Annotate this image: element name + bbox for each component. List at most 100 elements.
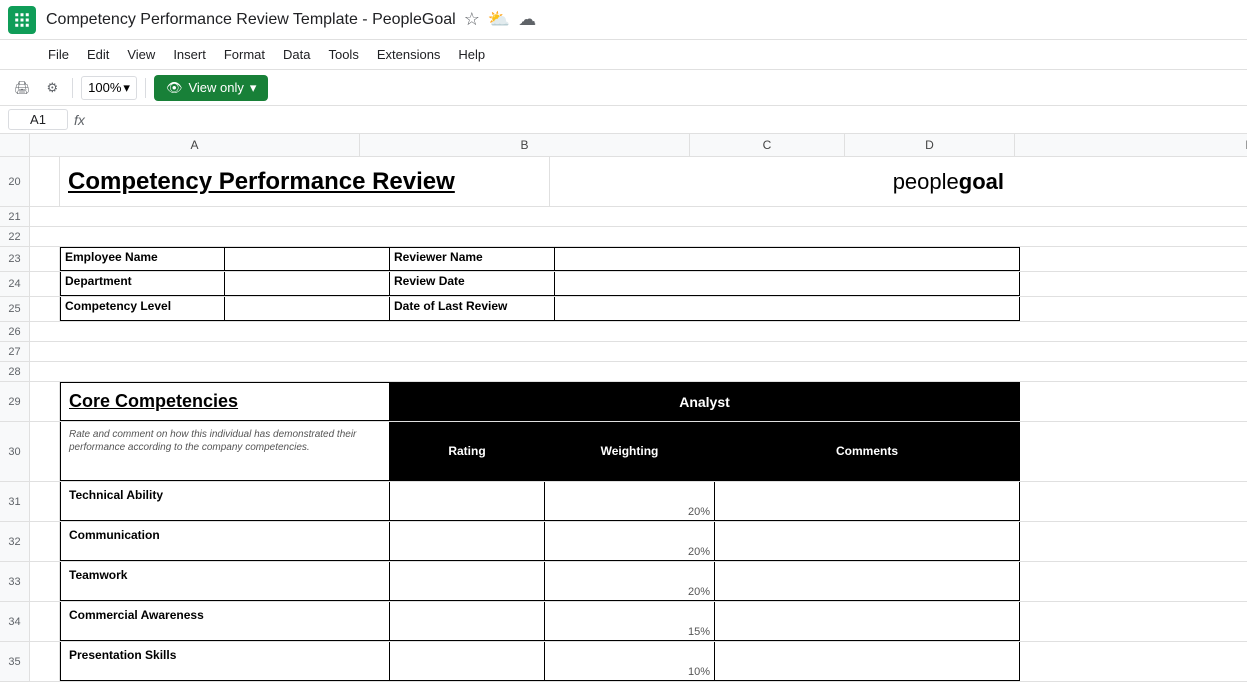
view-only-label: View only — [188, 80, 243, 95]
cell-a29[interactable] — [30, 382, 60, 421]
weighting-3-val: 15% — [549, 626, 710, 638]
cell-a31[interactable] — [30, 482, 60, 521]
menu-help[interactable]: Help — [450, 43, 493, 66]
eye-icon: 👁 — [166, 80, 183, 96]
cell-e33[interactable] — [715, 562, 1020, 601]
cloud-icon: ⛅ — [488, 9, 510, 30]
menu-insert[interactable]: Insert — [165, 43, 214, 66]
zoom-value: 100% — [88, 80, 121, 95]
cell-c31[interactable] — [390, 482, 545, 521]
cell-b25-label: Competency Level — [60, 297, 225, 321]
table-row: 23 Employee Name Reviewer Name — [0, 247, 1247, 272]
cell-e31[interactable] — [715, 482, 1020, 521]
cell-e34[interactable] — [715, 602, 1020, 641]
menu-format[interactable]: Format — [216, 43, 273, 66]
cell-b35[interactable]: Presentation Skills — [60, 642, 390, 681]
row-num-33: 33 — [0, 562, 30, 601]
col-header-c[interactable]: C — [690, 134, 845, 156]
cell-b32[interactable]: Communication — [60, 522, 390, 561]
cell-c35[interactable] — [390, 642, 545, 681]
row-num-24: 24 — [0, 272, 30, 296]
cell-27-empty[interactable] — [30, 342, 1020, 361]
cell-a25[interactable] — [30, 297, 60, 321]
main-title-text: Competency Performance Review — [68, 168, 455, 196]
comments-subheader: Comments — [715, 422, 1020, 481]
cell-e23-val[interactable] — [555, 247, 1020, 271]
menu-tools[interactable]: Tools — [320, 43, 366, 66]
menu-file[interactable]: File — [40, 43, 77, 66]
cell-c24-val[interactable] — [225, 272, 390, 296]
weighting-0-val: 20% — [549, 506, 710, 518]
star-icon[interactable]: ☆ — [464, 9, 480, 30]
cell-b33[interactable]: Teamwork — [60, 562, 390, 601]
cell-c33[interactable] — [390, 562, 545, 601]
peoplegoal-logo: peoplegoal — [893, 169, 1004, 195]
print-button[interactable]: 🖨 — [8, 76, 37, 100]
cell-d33[interactable]: 20% — [545, 562, 715, 601]
cell-a24[interactable] — [30, 272, 60, 296]
cell-c23-val[interactable] — [225, 247, 390, 271]
cell-a33[interactable] — [30, 562, 60, 601]
cell-b20-title[interactable]: Competency Performance Review — [60, 157, 550, 206]
cell-c34[interactable] — [390, 602, 545, 641]
cell-e24-val[interactable] — [555, 272, 1020, 296]
filter-button[interactable]: ⚙ — [41, 76, 65, 100]
cell-e20-logo: peoplegoal — [550, 157, 1020, 206]
col-header-e[interactable]: E — [1015, 134, 1247, 156]
menu-bar: File Edit View Insert Format Data Tools … — [0, 40, 1247, 70]
row-num-26: 26 — [0, 322, 30, 341]
col-header-d[interactable]: D — [845, 134, 1015, 156]
cell-c25-val[interactable] — [225, 297, 390, 321]
cell-e32[interactable] — [715, 522, 1020, 561]
row-num-27: 27 — [0, 342, 30, 361]
col-header-a[interactable]: A — [30, 134, 360, 156]
table-row: 29 Core Competencies Analyst — [0, 382, 1247, 422]
row-num-21: 21 — [0, 207, 30, 226]
view-only-button[interactable]: 👁 View only ▾ — [154, 75, 268, 101]
corner-cell — [0, 134, 30, 156]
zoom-selector[interactable]: 100% ▾ — [81, 76, 137, 100]
cell-26-empty[interactable] — [30, 322, 1020, 341]
col-header-b[interactable]: B — [360, 134, 690, 156]
analyst-label: Analyst — [679, 394, 730, 410]
cell-b29-core: Core Competencies — [60, 382, 390, 421]
cell-a30[interactable] — [30, 422, 60, 481]
cell-d32[interactable]: 20% — [545, 522, 715, 561]
cell-a32[interactable] — [30, 522, 60, 561]
table-row: 34 Commercial Awareness 15% — [0, 602, 1247, 642]
rating-subheader: Rating — [390, 422, 545, 481]
document-title-text: Competency Performance Review Template -… — [46, 11, 456, 29]
table-row: 25 Competency Level Date of Last Review — [0, 297, 1247, 322]
menu-edit[interactable]: Edit — [79, 43, 117, 66]
toolbar-separator-1 — [72, 78, 73, 98]
row-num-23: 23 — [0, 247, 30, 271]
cell-reference-input[interactable]: A1 — [8, 109, 68, 130]
menu-extensions[interactable]: Extensions — [369, 43, 449, 66]
menu-data[interactable]: Data — [275, 43, 318, 66]
table-row: 20 Competency Performance Review peopleg… — [0, 157, 1247, 207]
cell-d35[interactable]: 10% — [545, 642, 715, 681]
cell-c32[interactable] — [390, 522, 545, 561]
competency-0-name: Technical Ability — [69, 488, 163, 502]
menu-view[interactable]: View — [119, 43, 163, 66]
cell-e35[interactable] — [715, 642, 1020, 681]
row-num-20: 20 — [0, 157, 30, 206]
cell-d34[interactable]: 15% — [545, 602, 715, 641]
cell-28-empty[interactable] — [30, 362, 1020, 381]
table-row: 22 — [0, 227, 1247, 247]
table-row: 26 — [0, 322, 1247, 342]
cell-e25-val[interactable] — [555, 297, 1020, 321]
cell-a35[interactable] — [30, 642, 60, 681]
core-competencies-label: Core Competencies — [69, 391, 238, 412]
cell-b31[interactable]: Technical Ability — [60, 482, 390, 521]
cell-22-empty[interactable] — [30, 227, 1020, 246]
spreadsheet: A B C D E 20 Competency Performance Revi… — [0, 134, 1247, 682]
cell-a23[interactable] — [30, 247, 60, 271]
cell-b34[interactable]: Commercial Awareness — [60, 602, 390, 641]
cell-a20[interactable] — [30, 157, 60, 206]
cell-d31[interactable]: 20% — [545, 482, 715, 521]
competency-4-name: Presentation Skills — [69, 648, 176, 662]
cell-21-empty[interactable] — [30, 207, 1020, 226]
formula-input[interactable] — [93, 112, 1239, 127]
cell-a34[interactable] — [30, 602, 60, 641]
